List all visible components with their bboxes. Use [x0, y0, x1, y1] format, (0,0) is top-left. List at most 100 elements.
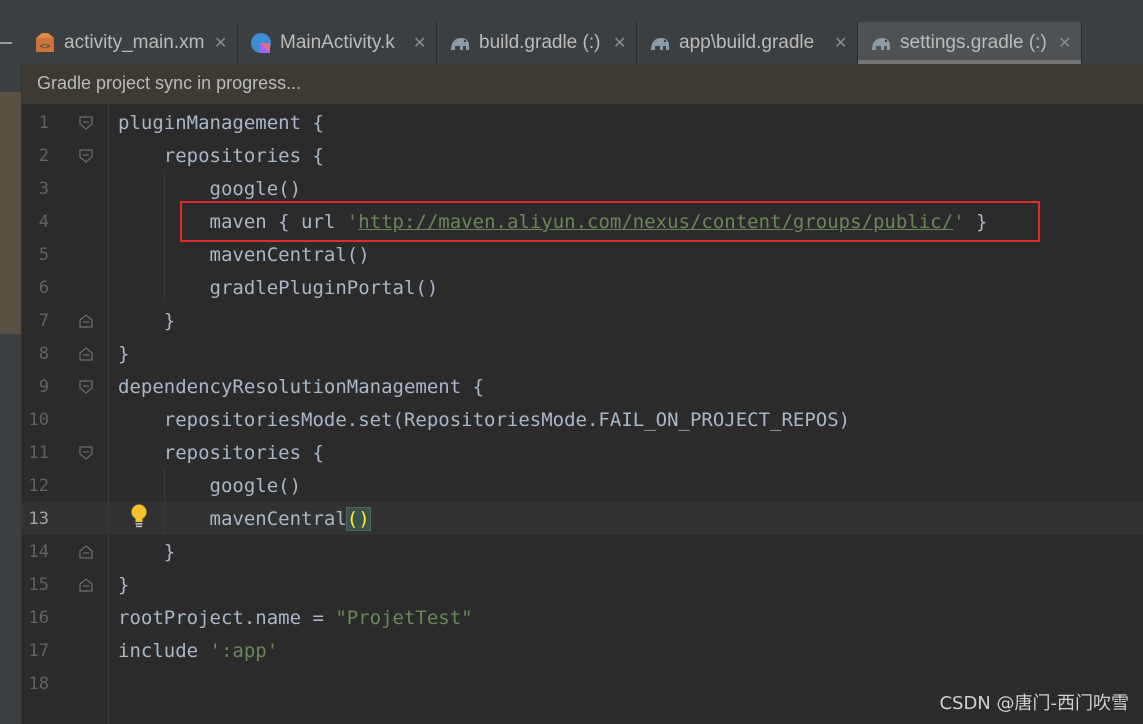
tab-close-icon[interactable]: ✕ [1058, 33, 1071, 53]
code-text[interactable]: include ':app' [118, 639, 278, 663]
line-number: 16 [28, 608, 49, 628]
code-line[interactable]: 2 repositories { [22, 140, 1143, 173]
code-line[interactable]: 8} [22, 338, 1143, 371]
tab-settings-gradle[interactable]: settings.gradle (:) ✕ [858, 22, 1082, 64]
code-line[interactable]: 17 include ':app' [22, 635, 1143, 668]
fold-close-icon[interactable] [79, 578, 93, 592]
gradle-elephant-icon [449, 32, 471, 54]
fold-open-icon[interactable] [79, 446, 93, 460]
xml-file-icon: <> [34, 32, 56, 54]
fold-open-icon[interactable] [79, 380, 93, 394]
code-line[interactable]: 9 dependencyResolutionManagement { [22, 371, 1143, 404]
code-text[interactable]: } [118, 342, 129, 366]
highlight-box-annotation [180, 201, 1040, 242]
tab-close-icon[interactable]: ✕ [214, 33, 227, 53]
tab-list-menu-button[interactable] [0, 22, 22, 64]
code-text[interactable]: mavenCentral() [118, 243, 370, 267]
line-number: 14 [28, 542, 49, 562]
code-segment: include [118, 640, 210, 662]
code-text[interactable]: google() [118, 177, 302, 201]
tab-main-activity-kotlin[interactable]: MainActivity.k ✕ [238, 22, 437, 64]
code-text[interactable]: repositories { [118, 441, 324, 465]
code-text[interactable]: dependencyResolutionManagement { [118, 375, 484, 399]
tab-label: settings.gradle (:) [900, 32, 1047, 53]
fold-open-icon[interactable] [79, 149, 93, 163]
kotlin-file-icon [250, 32, 272, 54]
code-line[interactable]: 16 rootProject.name = "ProjetTest" [22, 602, 1143, 635]
tab-app-build-gradle[interactable]: app\build.gradle ✕ [637, 22, 858, 64]
code-segment: repositoriesMode.set(RepositoriesMode.FA… [118, 409, 851, 431]
tab-label: app\build.gradle [679, 32, 815, 53]
line-number: 7 [38, 311, 49, 331]
code-segment: } [118, 574, 130, 596]
code-line[interactable]: 6 gradlePluginPortal() [22, 272, 1143, 305]
top-toolbar-strip [0, 0, 1143, 22]
code-text[interactable]: mavenCentral() [118, 507, 371, 531]
code-segment: dependencyResolutionManagement { [118, 376, 485, 398]
code-text[interactable]: pluginManagement { [118, 111, 324, 135]
code-segment: () [345, 507, 371, 531]
line-number: 10 [28, 410, 49, 430]
code-line[interactable]: 1 pluginManagement { [22, 107, 1143, 140]
code-segment: mavenCentral() [118, 244, 370, 266]
tab-build-gradle[interactable]: build.gradle (:) ✕ [437, 22, 637, 64]
line-number: 3 [38, 179, 49, 199]
tab-label: build.gradle (:) [479, 32, 601, 53]
code-string: "ProjetTest" [335, 607, 473, 629]
fold-open-icon[interactable] [79, 116, 93, 130]
line-number: 15 [28, 575, 49, 595]
code-text[interactable]: } [118, 573, 129, 597]
line-number: 12 [28, 476, 49, 496]
code-segment: } [118, 310, 176, 332]
editor-tab-bar: <> activity_main.xm ✕ MainActivity.k ✕ b… [0, 22, 1143, 65]
fold-close-icon[interactable] [79, 545, 93, 559]
code-line[interactable]: 12 google() [22, 470, 1143, 503]
code-segment: google() [118, 475, 302, 497]
line-number: 1 [38, 113, 49, 133]
code-text[interactable]: repositoriesMode.set(RepositoriesMode.FA… [118, 408, 850, 432]
code-segment: google() [118, 178, 302, 200]
code-segment: pluginManagement { [118, 112, 324, 134]
code-line[interactable]: 13 mavenCentral() [22, 503, 1143, 536]
left-strip-highlight [0, 92, 22, 334]
tab-close-icon[interactable]: ✕ [834, 33, 847, 53]
fold-close-icon[interactable] [79, 347, 93, 361]
code-text[interactable]: google() [118, 474, 302, 498]
line-number: 11 [28, 443, 49, 463]
svg-text:<>: <> [40, 42, 51, 52]
menu-dash-icon [0, 42, 12, 44]
code-text[interactable]: rootProject.name = "ProjetTest" [118, 606, 473, 630]
line-number: 4 [38, 212, 49, 232]
code-segment: } [118, 343, 130, 365]
line-number: 5 [38, 245, 49, 265]
code-line[interactable]: 7 } [22, 305, 1143, 338]
tab-label: MainActivity.k [280, 32, 395, 53]
line-number: 9 [38, 377, 49, 397]
tab-close-icon[interactable]: ✕ [413, 33, 426, 53]
code-text[interactable]: } [118, 540, 175, 564]
code-line[interactable]: 11 repositories { [22, 437, 1143, 470]
code-segment: repositories { [118, 145, 324, 167]
watermark-text: CSDN @唐门-西门吹雪 [939, 693, 1129, 714]
code-segment: } [118, 541, 176, 563]
left-tool-strip [0, 64, 22, 724]
code-text[interactable]: gradlePluginPortal() [118, 276, 439, 300]
code-text[interactable]: } [118, 309, 175, 333]
code-segment: repositories { [118, 442, 324, 464]
tab-activity-main-xml[interactable]: <> activity_main.xm ✕ [22, 22, 238, 64]
fold-close-icon[interactable] [79, 314, 93, 328]
line-number: 18 [28, 674, 49, 694]
code-line[interactable]: 10 repositoriesMode.set(RepositoriesMode… [22, 404, 1143, 437]
lightbulb-intention-icon[interactable] [129, 503, 149, 529]
code-line[interactable]: 14 } [22, 536, 1143, 569]
sync-notification-bar: Gradle project sync in progress... [22, 64, 1143, 104]
tab-close-icon[interactable]: ✕ [613, 33, 626, 53]
line-number: 8 [38, 344, 49, 364]
line-number: 6 [38, 278, 49, 298]
gradle-elephant-icon [870, 32, 892, 54]
line-number: 2 [38, 146, 49, 166]
code-text[interactable]: repositories { [118, 144, 324, 168]
code-line[interactable]: 5 mavenCentral() [22, 239, 1143, 272]
code-line[interactable]: 15} [22, 569, 1143, 602]
sync-notification-text: Gradle project sync in progress... [37, 73, 302, 93]
